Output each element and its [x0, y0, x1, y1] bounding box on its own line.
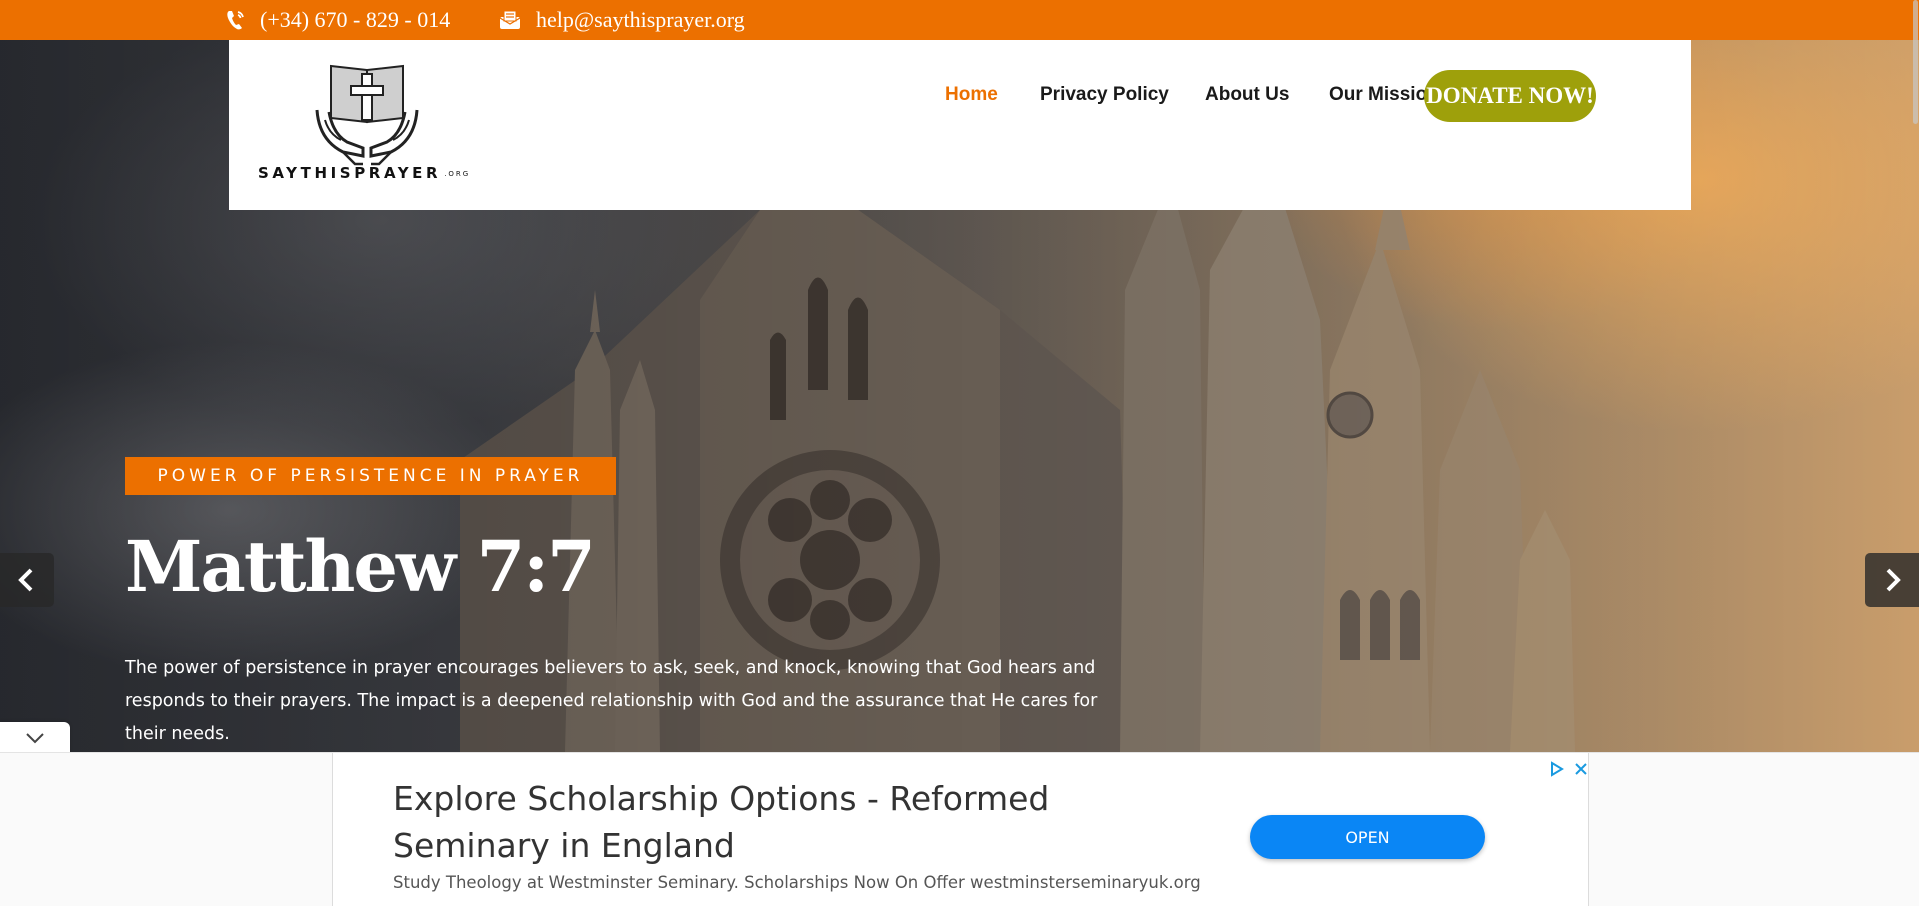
slider-next-button[interactable] [1865, 553, 1919, 607]
envelope-icon [499, 10, 521, 29]
logo-text: SAYTHISPRAYER [258, 164, 442, 182]
email-contact[interactable]: help@saythisprayer.org [498, 0, 745, 40]
nav-about-us[interactable]: About Us [1205, 84, 1289, 110]
close-icon[interactable] [1573, 761, 1589, 777]
slide-description: The power of persistence in prayer encou… [125, 658, 1098, 744]
ad-headline[interactable]: Explore Scholarship Options - Reformed S… [393, 775, 1173, 869]
slide-title: Matthew 7:7 [125, 525, 596, 608]
ad-description[interactable]: Study Theology at Westminster Seminary. … [393, 873, 1201, 892]
ad-open-button[interactable]: OPEN [1250, 815, 1485, 859]
ad-banner: Explore Scholarship Options - Reformed S… [0, 752, 1919, 906]
phone-number: (+34) 670 - 829 - 014 [260, 7, 451, 32]
nav-home[interactable]: Home [945, 84, 998, 110]
slide-tag: POWER OF PERSISTENCE IN PRAYER [125, 457, 616, 495]
email-address: help@saythisprayer.org [536, 7, 745, 32]
chevron-down-icon [26, 733, 44, 744]
nav-privacy-policy[interactable]: Privacy Policy [1040, 84, 1169, 110]
ad-collapse-toggle[interactable] [0, 722, 70, 754]
site-header: SAYTHISPRAYER .ORG Home Privacy Policy Ab… [229, 40, 1691, 210]
phone-contact[interactable]: (+34) 670 - 829 - 014 [226, 0, 450, 40]
page-scrollbar[interactable] [1913, 0, 1918, 124]
nav-our-mission[interactable]: Our Mission [1329, 84, 1439, 110]
phone-icon [227, 11, 244, 30]
ad-choices [1549, 761, 1589, 777]
logo-suffix: .ORG [444, 170, 471, 178]
ad-choices-icon[interactable] [1549, 761, 1565, 777]
slider-prev-button[interactable] [0, 553, 54, 607]
top-contact-bar: (+34) 670 - 829 - 014 help@saythisprayer… [0, 0, 1919, 40]
donate-button[interactable]: DONATE NOW! [1424, 70, 1596, 122]
logo-wordmark[interactable]: SAYTHISPRAYER .ORG [258, 164, 470, 182]
chevron-right-icon [1886, 568, 1901, 592]
chevron-left-icon [18, 568, 33, 592]
ad-content[interactable]: Explore Scholarship Options - Reformed S… [332, 753, 1589, 906]
